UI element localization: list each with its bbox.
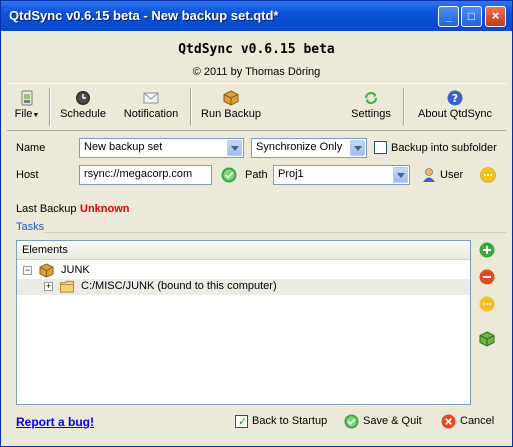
back-to-startup-checkbox[interactable]: ✓ — [235, 415, 248, 428]
user-icon[interactable] — [421, 167, 437, 183]
user-label[interactable]: User — [440, 169, 463, 181]
copyright-text: © 2011 by Thomas Döring — [192, 66, 321, 78]
settings-arrows-icon — [364, 91, 378, 105]
about-button[interactable]: ? About QtdSync — [411, 90, 499, 120]
tree-item-folder[interactable]: + C:/MISC/JUNK (bound to this computer) — [17, 279, 470, 295]
host-input[interactable]: rsync://megacorp.com — [79, 165, 212, 185]
chevron-down-icon[interactable] — [393, 167, 408, 183]
elements-tree[interactable]: Elements − JUNK + C:/MISC/JUNK (bound to… — [16, 240, 471, 405]
name-value: New backup set — [84, 141, 163, 153]
notification-button[interactable]: Notification — [119, 90, 183, 120]
svg-text:?: ? — [452, 92, 458, 105]
tree-item-junk[interactable]: − JUNK — [17, 263, 470, 279]
notification-label: Notification — [123, 108, 179, 120]
schedule-button[interactable]: Schedule — [57, 90, 109, 120]
package-icon — [223, 90, 239, 106]
settings-button[interactable]: Settings — [346, 90, 396, 120]
cancel-label: Cancel — [460, 415, 495, 427]
file-label: File — [14, 108, 33, 120]
name-label: Name — [16, 142, 46, 154]
app-title: QtdSync v0.6.15 beta — [178, 42, 335, 57]
path-combobox[interactable]: Proj1 — [273, 165, 410, 185]
subfolder-checkbox[interactable] — [374, 141, 387, 154]
clock-icon — [76, 91, 90, 105]
name-combobox[interactable]: New backup set — [79, 138, 244, 158]
window-title: QtdSync v0.6.15 beta - New backup set.qt… — [9, 8, 279, 23]
run-backup-button[interactable]: Run Backup — [200, 90, 262, 120]
more-options-icon[interactable] — [480, 167, 496, 183]
mode-value: Synchronize Only — [256, 141, 343, 153]
host-label: Host — [16, 169, 39, 181]
run-backup-label: Run Backup — [201, 108, 261, 120]
maximize-button[interactable]: □ — [461, 6, 482, 27]
elements-column-header[interactable]: Elements — [17, 241, 470, 260]
folder-icon — [59, 280, 75, 293]
report-bug-link[interactable]: Report a bug! — [16, 415, 94, 429]
remove-icon[interactable] — [479, 269, 495, 285]
back-to-startup-label: Back to Startup — [252, 415, 328, 427]
envelope-icon — [143, 92, 159, 104]
tree-item-label: C:/MISC/JUNK (bound to this computer) — [81, 280, 277, 292]
expand-icon[interactable]: + — [44, 282, 53, 291]
file-dropdown-arrow-icon: ▼ — [32, 112, 40, 119]
tasks-label: Tasks — [16, 221, 45, 233]
edit-options-icon[interactable] — [479, 296, 495, 312]
toolbar-separator — [190, 88, 192, 126]
check-mark-icon: ✓ — [238, 415, 248, 428]
cancel-icon — [441, 414, 456, 429]
settings-label: Settings — [351, 108, 391, 120]
package-backup-icon[interactable] — [479, 331, 495, 347]
subfolder-label: Backup into subfolder — [391, 142, 497, 154]
file-menu-button[interactable]: File▼ — [13, 90, 41, 120]
add-icon[interactable] — [479, 242, 495, 258]
toolbar: File▼ Schedule Notification Run Backup S… — [7, 83, 506, 131]
toolbar-separator — [49, 88, 51, 126]
collapse-icon[interactable]: − — [23, 266, 32, 275]
tasks-divider — [43, 232, 506, 233]
title-bar[interactable]: QtdSync v0.6.15 beta - New backup set.qt… — [1, 1, 512, 31]
chevron-down-icon[interactable] — [350, 140, 365, 156]
minimize-button[interactable]: _ — [438, 6, 459, 27]
toolbar-separator — [403, 88, 405, 126]
host-value: rsync://megacorp.com — [84, 168, 193, 180]
last-backup-value: Unknown — [80, 203, 130, 215]
tree-item-label: JUNK — [61, 264, 90, 276]
green-check-icon[interactable] — [221, 167, 237, 183]
close-button[interactable]: × — [485, 6, 506, 27]
app-window: QtdSync v0.6.15 beta - New backup set.qt… — [0, 0, 513, 447]
help-icon: ? — [447, 90, 463, 106]
path-label: Path — [245, 169, 268, 181]
file-icon — [21, 90, 33, 106]
mode-combobox[interactable]: Synchronize Only — [251, 138, 367, 158]
last-backup-label: Last Backup — [16, 203, 77, 215]
about-label: About QtdSync — [418, 108, 492, 120]
green-check-icon — [344, 414, 359, 429]
package-icon — [39, 263, 54, 278]
save-quit-label: Save & Quit — [363, 415, 422, 427]
schedule-label: Schedule — [60, 108, 106, 120]
chevron-down-icon[interactable] — [227, 140, 242, 156]
path-value: Proj1 — [278, 168, 304, 180]
